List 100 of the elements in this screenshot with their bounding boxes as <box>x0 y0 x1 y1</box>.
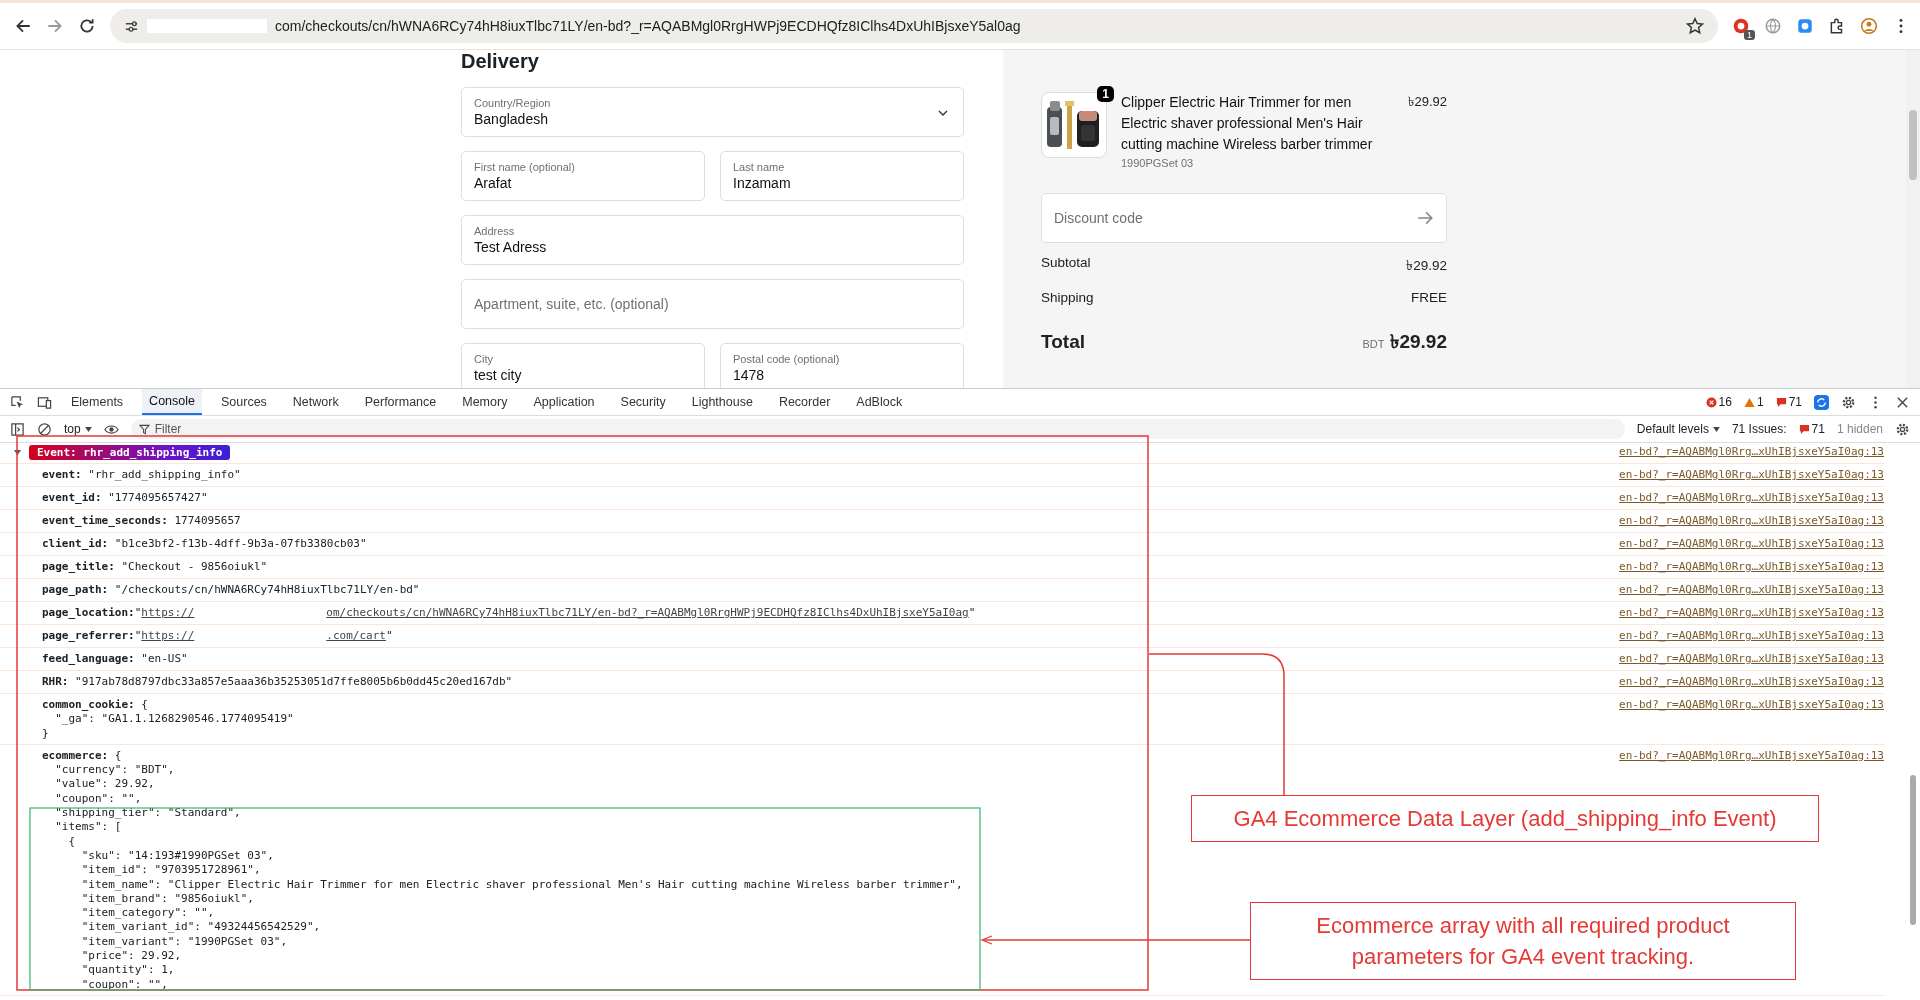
log-line: ecommerce: { <box>42 748 123 764</box>
devtools-tab[interactable]: Performance <box>357 390 444 414</box>
bookmark-star-icon[interactable] <box>1686 17 1704 35</box>
source-link[interactable]: en-bd?_r=AQABMgl0Rrg…xUhIBjsxeY5aI0ag:13 <box>1619 698 1884 711</box>
site-settings-icon[interactable] <box>124 18 139 34</box>
clear-icon[interactable] <box>37 421 52 437</box>
source-link[interactable]: en-bd?_r=AQABMgl0Rrg…xUhIBjsxeY5aI0ag:13 <box>1619 652 1884 665</box>
log-line: event_id: "1774095657427" <box>42 491 208 506</box>
log-line: "item_variant": "1990PGSet 03", <box>80 934 289 950</box>
summary-label: Shipping <box>1041 290 1094 305</box>
source-link[interactable]: en-bd?_r=AQABMgl0Rrg…xUhIBjsxeY5aI0ag:13 <box>1619 583 1884 596</box>
extension-icon[interactable] <box>1796 17 1814 35</box>
expand-triangle-icon[interactable] <box>14 449 21 456</box>
devtools-tab[interactable]: Lighthouse <box>684 390 760 414</box>
message-icon <box>1798 423 1810 435</box>
log-line: "_ga": "GA1.1.1268290546.1774095419" <box>54 712 294 727</box>
summary-value: FREE <box>1411 290 1447 305</box>
source-link[interactable]: en-bd?_r=AQABMgl0Rrg…xUhIBjsxeY5aI0ag:13 <box>1619 514 1884 527</box>
log-line: "item_id": "9703951728961", <box>80 863 262 878</box>
total-amount: ৳29.92 <box>1390 331 1447 352</box>
message-count[interactable]: 71 <box>1775 395 1802 409</box>
discount-field[interactable]: Discount code <box>1041 193 1447 243</box>
issues-count[interactable]: 71 <box>1798 422 1825 436</box>
error-count[interactable]: 16 <box>1705 395 1732 409</box>
globe-icon[interactable] <box>1764 17 1782 35</box>
devtools-tab[interactable]: Network <box>285 390 346 414</box>
quantity-badge: 1 <box>1097 86 1114 102</box>
log-line: "coupon": "", <box>80 977 169 992</box>
input-field[interactable]: First name (optional) Arafat <box>461 151 705 201</box>
levels-dropdown[interactable]: Default levels <box>1636 422 1709 436</box>
input-field[interactable]: Apartment, suite, etc. (optional) <box>461 279 964 329</box>
source-link[interactable]: en-bd?_r=AQABMgl0Rrg…xUhIBjsxeY5aI0ag:13 <box>1619 445 1884 458</box>
event-badge: Event: rhr_add_shipping_info <box>29 445 231 460</box>
log-line: "item_name": "Clipper Electric Hair Trimmer for men Electric shaver professional Men's Hair cutting machine Wireless barber trimmer", <box>80 877 963 892</box>
chevron-down-icon <box>937 109 949 117</box>
caret-icon[interactable] <box>84 426 92 432</box>
settings-icon[interactable] <box>1895 421 1910 437</box>
caret-icon[interactable] <box>1712 426 1720 432</box>
currency-code: BDT <box>1362 338 1385 350</box>
source-link[interactable]: en-bd?_r=AQABMgl0Rrg…xUhIBjsxeY5aI0ag:13 <box>1619 491 1884 504</box>
log-line: "currency": "BDT", <box>54 763 176 778</box>
warning-icon <box>1743 396 1755 408</box>
inspect-icon[interactable] <box>10 394 25 410</box>
devtools-tab[interactable]: Application <box>526 390 602 414</box>
log-line: "coupon": "", <box>54 791 143 807</box>
url-link[interactable]: https:// <box>141 606 195 621</box>
input-field[interactable]: Last name Inzamam <box>720 151 964 201</box>
section-heading: Delivery <box>461 50 540 73</box>
input-field[interactable]: Address Test Adress <box>461 215 964 265</box>
devtools-tab[interactable]: Elements <box>64 390 131 414</box>
url-link[interactable]: .com/cart <box>326 629 386 644</box>
filter-icon <box>138 423 150 435</box>
arrow-right-icon[interactable] <box>1416 209 1434 227</box>
warning-count[interactable]: 1 <box>1743 395 1764 409</box>
log-line: event_time_seconds: 1774095657 <box>42 514 241 529</box>
log-line: feed_language: "en-US" <box>42 652 188 667</box>
source-link[interactable]: en-bd?_r=AQABMgl0Rrg…xUhIBjsxeY5aI0ag:13 <box>1619 537 1884 550</box>
scrollbar[interactable] <box>1906 50 1920 388</box>
product-variant: 1990PGSet 03 <box>1121 157 1195 169</box>
devtools-tab[interactable]: AdBlock <box>849 390 910 414</box>
sync-icon[interactable] <box>1814 394 1829 410</box>
annotation-callout: GA4 Ecommerce Data Layer (add_shipping_info Event) <box>1191 795 1819 842</box>
settings-icon[interactable] <box>1841 394 1856 410</box>
url-link[interactable]: om/checkouts/cn/hWNA6RCy74hH8iuxTlbc71LY/en-bd?_r=AQABMgl0RrgHWPj9ECDHQfz8IClhs4DxUhIBjsxeY5aI0ag <box>326 606 969 621</box>
log-line: "shipping_tier": "Standard", <box>54 806 242 821</box>
log-line: "items": [ <box>54 820 123 835</box>
back-icon[interactable] <box>14 17 32 35</box>
devtools-tab[interactable]: Recorder <box>771 390 838 414</box>
log-line: page_title: "Checkout - 9856oiukl" <box>42 560 268 575</box>
source-link[interactable]: en-bd?_r=AQABMgl0Rrg…xUhIBjsxeY5aI0ag:13 <box>1619 675 1884 688</box>
devtools-tab[interactable]: Memory <box>455 390 515 414</box>
url-link[interactable]: https:// <box>141 629 195 644</box>
context-dropdown[interactable]: top <box>64 422 81 436</box>
log-line: } <box>42 726 50 741</box>
source-link[interactable]: en-bd?_r=AQABMgl0Rrg…xUhIBjsxeY5aI0ag:13 <box>1619 629 1884 642</box>
quote-mark: " <box>134 606 142 621</box>
address-bar[interactable]: com/checkouts/cn/hWNA6RCy74hH8iuxTlbc71LY/en-bd?_r=AQABMgl0RrgHWPj9ECDHQfz8IClhs4DxUhIBjsxeY5al0ag <box>110 9 1718 43</box>
profile-icon[interactable] <box>1860 17 1878 35</box>
input-field[interactable]: Country/Region Bangladesh <box>461 87 964 137</box>
log-line: RHR: "917ab78d8797dbc33a857e5aaa36b35253051d7ffe8005b6b0dd45c20ed167db" <box>42 675 513 690</box>
total-label: Total <box>1041 331 1085 353</box>
source-link[interactable]: en-bd?_r=AQABMgl0Rrg…xUhIBjsxeY5aI0ag:13 <box>1619 468 1884 481</box>
devtools-tab[interactable]: Console <box>142 389 202 415</box>
source-link[interactable]: en-bd?_r=AQABMgl0Rrg…xUhIBjsxeY5aI0ag:13 <box>1619 748 1884 762</box>
reload-icon[interactable] <box>78 17 96 35</box>
product-name: Clipper Electric Hair Trimmer for men Electric shaver professional Men's Hair cutting machine Wireless barber trimmer <box>1121 93 1374 154</box>
log-line: "value": 29.92, <box>54 777 156 792</box>
devtools-tab[interactable]: Security <box>613 390 673 414</box>
url-text: com/checkouts/cn/hWNA6RCy74hH8iuxTlbc71LY/en-bd?_r=AQABMgl0RrgHWPj9ECDHQfz8IClhs4DxUhIBjsxeY5al0ag <box>275 18 1022 34</box>
sidebar-icon[interactable] <box>10 421 25 437</box>
forward-icon[interactable] <box>46 17 64 35</box>
log-line: client_id: "b1ce3bf2-f13b-4dff-9b3a-07fb3380cb03" <box>42 537 367 552</box>
devtools-tab[interactable]: Sources <box>214 390 274 414</box>
filter-field[interactable]: Filter <box>130 419 1625 439</box>
quote-mark: " <box>134 629 142 644</box>
log-line: "sku": "14:193#1990PGSet 03", <box>80 848 275 864</box>
source-link[interactable]: en-bd?_r=AQABMgl0Rrg…xUhIBjsxeY5aI0ag:13 <box>1619 606 1884 619</box>
device-toolbar-icon[interactable] <box>37 394 52 410</box>
source-link[interactable]: en-bd?_r=AQABMgl0Rrg…xUhIBjsxeY5aI0ag:13 <box>1619 560 1884 573</box>
log-line: "item_brand": "9856oiukl", <box>80 891 255 907</box>
